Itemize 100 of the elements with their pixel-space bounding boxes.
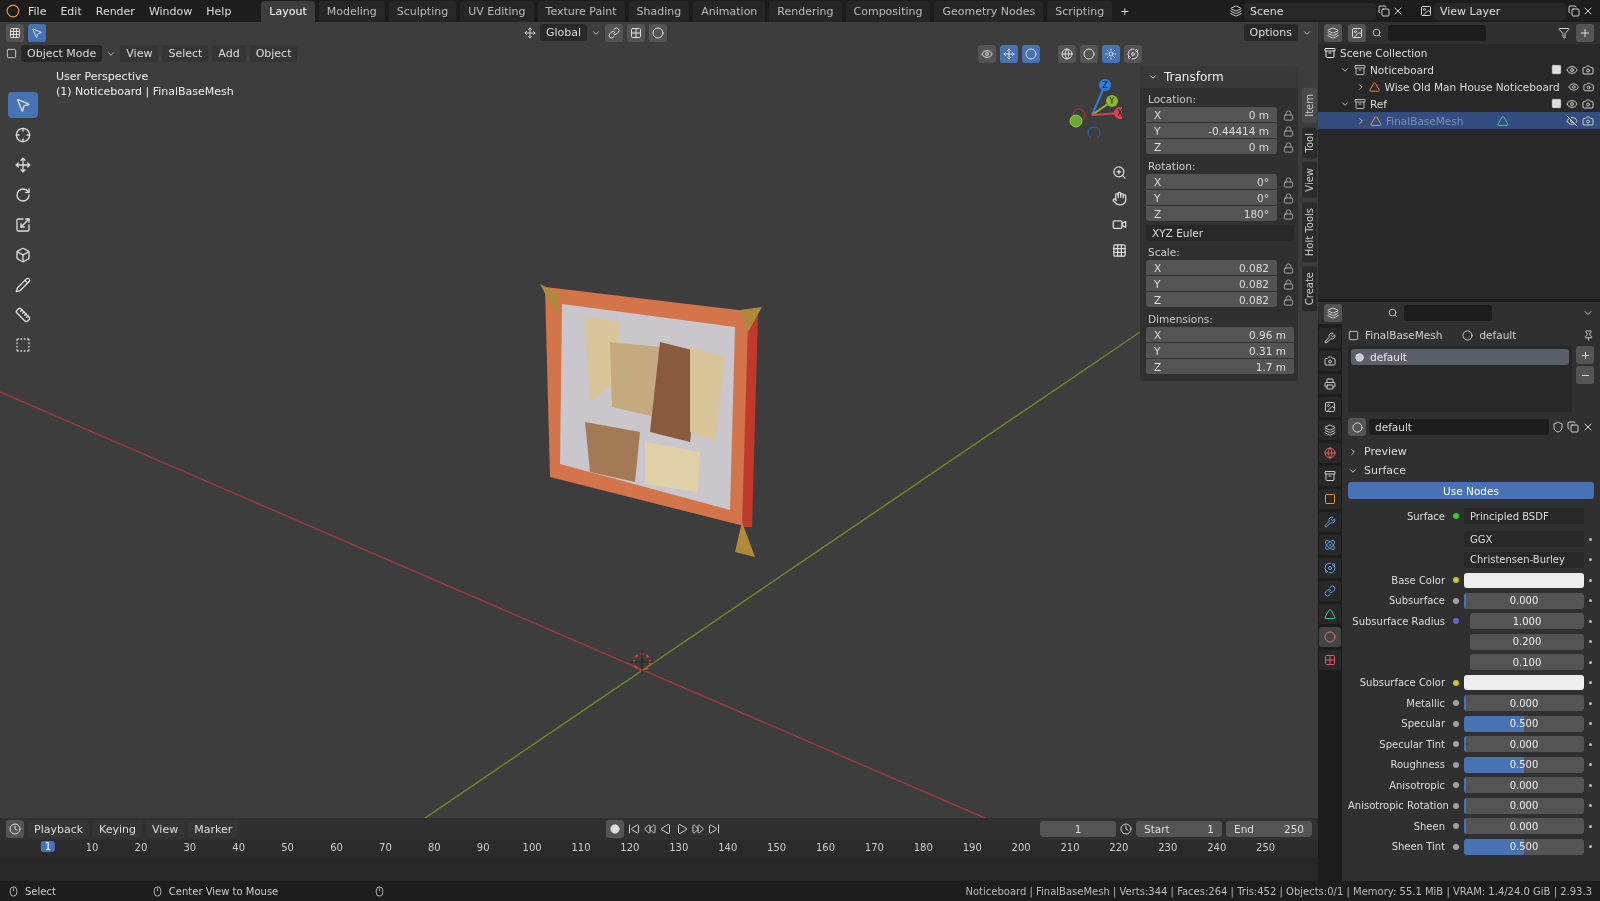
shading-button[interactable]: [1102, 44, 1120, 63]
number-field[interactable]: Y 0°: [1146, 190, 1277, 205]
eye-icon[interactable]: [1566, 97, 1578, 110]
workspace-tab[interactable]: Shading: [628, 0, 690, 22]
rewind-icon[interactable]: [644, 823, 657, 835]
pin-icon[interactable]: [1583, 329, 1594, 341]
keyframe-dot[interactable]: [1588, 824, 1592, 828]
material-slot[interactable]: default: [1351, 349, 1569, 365]
properties-tab[interactable]: [1319, 374, 1341, 394]
outliner-row[interactable]: Ref: [1318, 95, 1600, 112]
editor-type-button[interactable]: [1324, 304, 1342, 322]
value-slider[interactable]: 0.000: [1464, 695, 1584, 712]
pivot-button[interactable]: [605, 23, 624, 42]
checkbox[interactable]: [1551, 98, 1562, 109]
eye-icon[interactable]: [1566, 63, 1578, 76]
properties-tab[interactable]: [1319, 558, 1341, 578]
use-nodes-button[interactable]: Use Nodes: [1348, 482, 1594, 499]
number-field[interactable]: Y 0.31 m: [1146, 343, 1294, 358]
shading-button[interactable]: [1058, 44, 1076, 63]
number-field[interactable]: 0.100: [1470, 654, 1584, 671]
color-swatch[interactable]: [1464, 572, 1584, 588]
remove-slot-button[interactable]: [1576, 366, 1594, 384]
lock-icon[interactable]: [1283, 262, 1294, 274]
shading-button[interactable]: [1080, 44, 1098, 63]
properties-tab[interactable]: [1319, 328, 1341, 348]
keyframe-dot[interactable]: [1588, 804, 1592, 808]
copy-icon[interactable]: [1378, 5, 1390, 17]
number-field[interactable]: X 0.96 m: [1146, 327, 1294, 342]
menu-item[interactable]: File: [22, 1, 53, 21]
menu-item[interactable]: Object: [249, 45, 298, 62]
close-icon[interactable]: [1582, 5, 1594, 17]
browse-material-button[interactable]: [1348, 418, 1366, 436]
workspace-tab[interactable]: Geometry Nodes: [934, 0, 1044, 22]
menu-item[interactable]: Render: [89, 1, 141, 21]
workspace-tab[interactable]: Animation: [693, 0, 766, 22]
scene-field[interactable]: Scene: [1244, 2, 1376, 20]
keyframe-dot[interactable]: [1588, 701, 1592, 705]
keyframe-dot[interactable]: [1588, 619, 1592, 623]
properties-tab[interactable]: [1319, 397, 1341, 417]
value-slider[interactable]: 0.000: [1464, 797, 1584, 814]
keyframe-dot[interactable]: [1588, 763, 1592, 767]
add-slot-button[interactable]: [1576, 346, 1594, 364]
current-frame-field[interactable]: 1: [1040, 821, 1116, 837]
number-field[interactable]: X 0.082: [1146, 260, 1277, 275]
overlay-button[interactable]: [1022, 44, 1040, 63]
number-field[interactable]: Z 1.7 m: [1146, 359, 1294, 374]
keyframe-dot[interactable]: [1588, 845, 1592, 849]
sidebar-tab[interactable]: Item: [1302, 88, 1317, 123]
workspace-tab[interactable]: Rendering: [769, 0, 842, 22]
jump-start-icon[interactable]: [628, 823, 641, 835]
editor-type-button[interactable]: [6, 820, 24, 838]
lock-icon[interactable]: [1283, 192, 1294, 204]
sidebar-tab[interactable]: Holt Tools: [1302, 201, 1317, 263]
camera-icon[interactable]: [1582, 80, 1594, 93]
outliner-row[interactable]: Scene Collection: [1318, 44, 1600, 61]
end-frame-field[interactable]: End 250: [1226, 821, 1312, 837]
keyframe-dot[interactable]: [1588, 640, 1592, 644]
workspace-tab[interactable]: Modeling: [318, 0, 385, 22]
keyframe-dot[interactable]: [1588, 783, 1592, 787]
lock-icon[interactable]: [1283, 125, 1294, 137]
axis-gizmo-drawing[interactable]: Z Y X: [1062, 72, 1122, 138]
shading-button[interactable]: [1124, 44, 1142, 63]
menu-item[interactable]: Select: [162, 45, 209, 62]
camera-icon[interactable]: [1582, 63, 1594, 76]
menu-item[interactable]: Keying: [93, 820, 143, 838]
lock-icon[interactable]: [1283, 176, 1294, 188]
number-field[interactable]: Y -0.44414 m: [1146, 123, 1277, 138]
shield-icon[interactable]: [1552, 421, 1564, 433]
properties-tab[interactable]: [1319, 650, 1341, 670]
number-field[interactable]: X 0 m: [1146, 107, 1277, 122]
sidebar-tab[interactable]: Tool: [1302, 126, 1317, 159]
camera-icon[interactable]: [1582, 114, 1594, 127]
editor-type-button[interactable]: [6, 23, 24, 42]
keyframe-dot[interactable]: [1588, 722, 1592, 726]
color-swatch[interactable]: [1464, 675, 1584, 691]
outliner-row[interactable]: Wise Old Man House Noticeboard: [1318, 78, 1600, 95]
copy-icon[interactable]: [1567, 421, 1579, 433]
number-field[interactable]: 0.200: [1470, 633, 1584, 650]
keyframe-dot[interactable]: [1588, 558, 1592, 562]
properties-tab[interactable]: [1319, 581, 1341, 601]
lock-icon[interactable]: [1283, 278, 1294, 290]
menu-item[interactable]: Edit: [54, 1, 88, 21]
visibility-button[interactable]: [978, 44, 996, 63]
close-icon[interactable]: [1392, 5, 1404, 17]
checkbox[interactable]: [1551, 64, 1562, 75]
value-slider[interactable]: 0.000: [1464, 818, 1584, 835]
workspace-tab[interactable]: Sculpting: [388, 0, 457, 22]
dropdown[interactable]: Christensen-Burley: [1464, 551, 1584, 568]
eye-icon[interactable]: [1567, 80, 1579, 93]
keyframe-dot[interactable]: [1588, 537, 1592, 541]
keyframe-dot[interactable]: [1588, 660, 1592, 664]
camera-icon[interactable]: [1582, 97, 1594, 110]
keyframe-dot[interactable]: [1588, 599, 1592, 603]
menu-item[interactable]: Playback: [28, 820, 90, 838]
value-slider[interactable]: 0.500: [1464, 756, 1584, 773]
keyframe-dot[interactable]: [1588, 681, 1592, 685]
number-field[interactable]: Z 180°: [1146, 206, 1277, 221]
value-slider[interactable]: 0.000: [1464, 592, 1584, 609]
jump-end-icon[interactable]: [708, 823, 721, 835]
properties-tab[interactable]: [1319, 604, 1341, 624]
